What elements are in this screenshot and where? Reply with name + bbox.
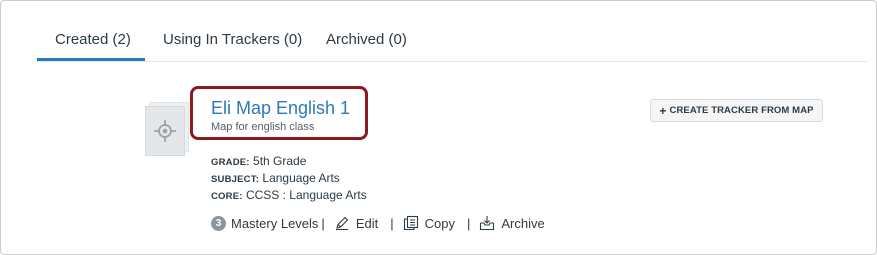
- target-icon: [154, 120, 176, 142]
- create-tracker-from-map-button[interactable]: + CREATE TRACKER FROM MAP: [650, 99, 823, 122]
- core-value: CCSS : Language Arts: [245, 188, 367, 202]
- map-title-link[interactable]: Eli Map English 1: [211, 98, 350, 119]
- map-thumbnail: [145, 102, 189, 156]
- subject-row: SUBJECT: Language Arts: [211, 171, 340, 185]
- active-tab-indicator: [37, 58, 145, 61]
- tab-created[interactable]: Created (2): [55, 31, 131, 48]
- subject-key: SUBJECT:: [211, 174, 260, 185]
- grade-value: 5th Grade: [253, 154, 307, 168]
- create-tracker-label: CREATE TRACKER FROM MAP: [669, 105, 814, 116]
- edit-button[interactable]: Edit: [334, 215, 378, 231]
- map-description: Map for english class: [211, 121, 315, 133]
- pencil-icon: [335, 216, 349, 230]
- tab-bar: Created (2) Using In Trackers (0) Archiv…: [37, 21, 868, 62]
- separator: |: [390, 215, 394, 231]
- tab-using-in-trackers[interactable]: Using In Trackers (0): [163, 31, 302, 48]
- archive-icon: [480, 216, 495, 231]
- plus-icon: +: [659, 103, 667, 118]
- archive-button[interactable]: Archive: [479, 215, 545, 231]
- tab-archived[interactable]: Archived (0): [326, 31, 407, 48]
- archive-label: Archive: [501, 215, 545, 231]
- copy-icon: [403, 215, 418, 231]
- thumbnail-front-page: [145, 106, 185, 156]
- map-actions: 3 Mastery Levels | Edit | Copy | Archive: [211, 214, 545, 232]
- core-key: CORE:: [211, 191, 243, 202]
- grade-key: GRADE:: [211, 157, 250, 168]
- copy-button[interactable]: Copy: [403, 215, 455, 231]
- edit-label: Edit: [355, 215, 379, 231]
- separator: |: [321, 215, 325, 231]
- mastery-levels-label: Mastery Levels: [231, 215, 319, 231]
- core-row: CORE: CCSS : Language Arts: [211, 188, 367, 202]
- separator: |: [466, 215, 471, 231]
- copy-label: Copy: [424, 215, 455, 231]
- subject-value: Language Arts: [262, 171, 340, 185]
- map-panel: Created (2) Using In Trackers (0) Archiv…: [0, 0, 877, 255]
- mastery-count-badge: 3: [211, 215, 226, 231]
- grade-row: GRADE: 5th Grade: [211, 154, 306, 168]
